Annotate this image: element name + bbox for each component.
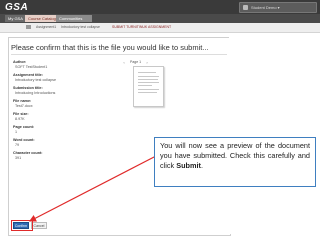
tab-course-catalogues[interactable]: Course Catalogues: [25, 15, 62, 22]
field-value: 391: [15, 156, 22, 160]
breadcrumb-current: SUBMIT TURNITINUK ASSIGNMENT: [112, 25, 172, 29]
breadcrumb-item[interactable]: Assignment1: [36, 25, 56, 29]
field-label: Page count:: [13, 125, 35, 129]
top-bar: GSA Student Demo ▾: [0, 0, 320, 14]
field-label: Assignment title:: [13, 73, 43, 77]
field-value: 1: [15, 130, 18, 134]
field-value: Test7.docx: [15, 104, 33, 108]
preview-pager: ‹ Page 1 ›: [121, 59, 181, 65]
chevron-left-icon[interactable]: ‹: [121, 60, 127, 65]
field-label: File size:: [13, 112, 29, 116]
right-margin: [229, 37, 320, 234]
field-label: Character count:: [13, 151, 43, 155]
field-label: Author:: [13, 60, 27, 64]
divider: [11, 54, 227, 55]
tab-communities[interactable]: Communities: [56, 15, 92, 22]
chevron-right-icon[interactable]: ›: [144, 60, 150, 65]
user-menu[interactable]: Student Demo ▾: [239, 2, 317, 13]
confirm-highlight-box: [11, 220, 33, 231]
callout-period: .: [200, 161, 203, 170]
breadcrumb: Assignment1 Introductory test collapse S…: [0, 23, 320, 33]
home-icon[interactable]: [26, 25, 31, 29]
gsa-logo: GSA: [5, 1, 29, 13]
cancel-button[interactable]: Cancel: [31, 222, 47, 229]
page-title: Please confirm that this is the file you…: [11, 43, 209, 52]
field-label: Submission title:: [13, 86, 43, 90]
field-value: SOFT TestStudent1: [15, 65, 48, 69]
user-icon: [243, 5, 248, 10]
user-name: Student Demo ▾: [251, 5, 280, 10]
breadcrumb-item[interactable]: Introductory test collapse: [61, 25, 100, 29]
callout-emphasis: Submit: [176, 161, 201, 170]
field-value: Introductory test collapse: [15, 78, 56, 82]
document-preview: [133, 66, 164, 107]
field-value: Introducing Introductions: [15, 91, 56, 95]
tab-my-gsa[interactable]: My GSA: [5, 15, 26, 22]
field-value: 79: [15, 143, 20, 147]
field-label: Word count:: [13, 138, 35, 142]
instruction-callout: You will now see a preview of the docume…: [154, 137, 316, 187]
page-indicator: Page 1: [130, 60, 142, 64]
field-label: File name:: [13, 99, 32, 103]
main-nav: My GSA Course Catalogues Communities: [0, 14, 320, 23]
field-value: 8.97K: [15, 117, 25, 121]
